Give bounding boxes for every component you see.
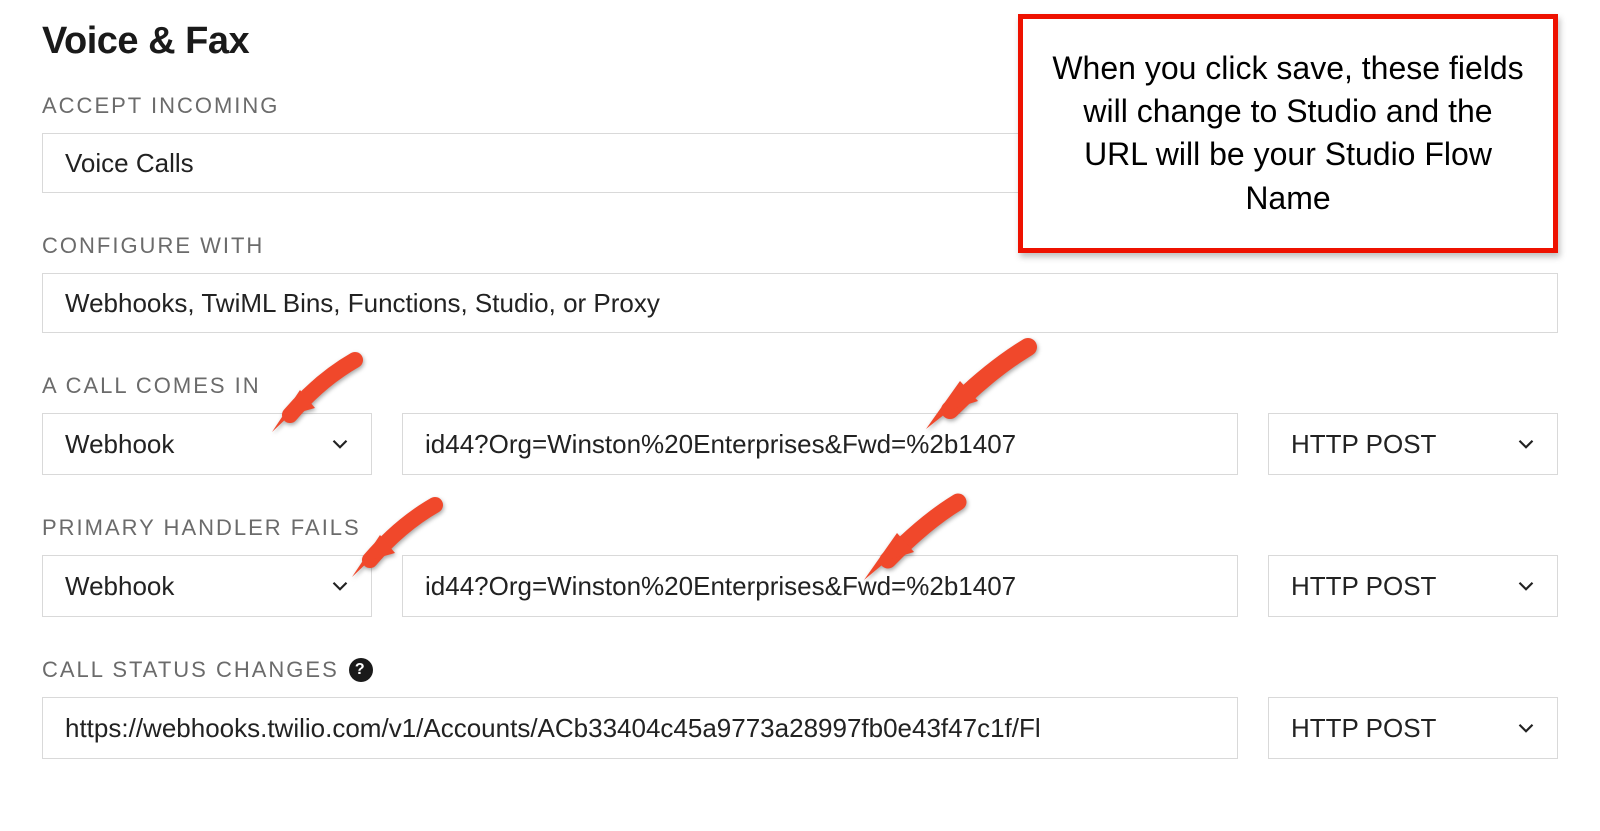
primary-handler-fails-label: PRIMARY HANDLER FAILS	[42, 515, 1558, 541]
call-status-changes-label: CALL STATUS CHANGES ?	[42, 657, 1558, 683]
call-status-url-input[interactable]	[42, 697, 1238, 759]
chevron-down-icon	[1513, 431, 1539, 457]
chevron-down-icon	[327, 573, 353, 599]
primary-handler-type-value: Webhook	[65, 571, 174, 602]
configure-with-select[interactable]: Webhooks, TwiML Bins, Functions, Studio,…	[42, 273, 1558, 333]
configure-with-value: Webhooks, TwiML Bins, Functions, Studio,…	[65, 288, 660, 319]
help-icon[interactable]: ?	[349, 658, 373, 682]
primary-handler-method-select[interactable]: HTTP POST	[1268, 555, 1558, 617]
chevron-down-icon	[1513, 715, 1539, 741]
call-comes-in-type-value: Webhook	[65, 429, 174, 460]
call-comes-in-method-value: HTTP POST	[1291, 429, 1436, 460]
call-status-method-select[interactable]: HTTP POST	[1268, 697, 1558, 759]
call-comes-in-url-input[interactable]	[402, 413, 1238, 475]
call-status-method-value: HTTP POST	[1291, 713, 1436, 744]
primary-handler-url-input[interactable]	[402, 555, 1238, 617]
primary-handler-method-value: HTTP POST	[1291, 571, 1436, 602]
chevron-down-icon	[327, 431, 353, 457]
primary-handler-type-select[interactable]: Webhook	[42, 555, 372, 617]
call-comes-in-method-select[interactable]: HTTP POST	[1268, 413, 1558, 475]
accept-incoming-value: Voice Calls	[65, 148, 194, 179]
chevron-down-icon	[1513, 573, 1539, 599]
call-comes-in-type-select[interactable]: Webhook	[42, 413, 372, 475]
call-status-changes-label-text: CALL STATUS CHANGES	[42, 657, 339, 683]
annotation-callout: When you click save, these fields will c…	[1018, 14, 1558, 253]
call-comes-in-label: A CALL COMES IN	[42, 373, 1558, 399]
